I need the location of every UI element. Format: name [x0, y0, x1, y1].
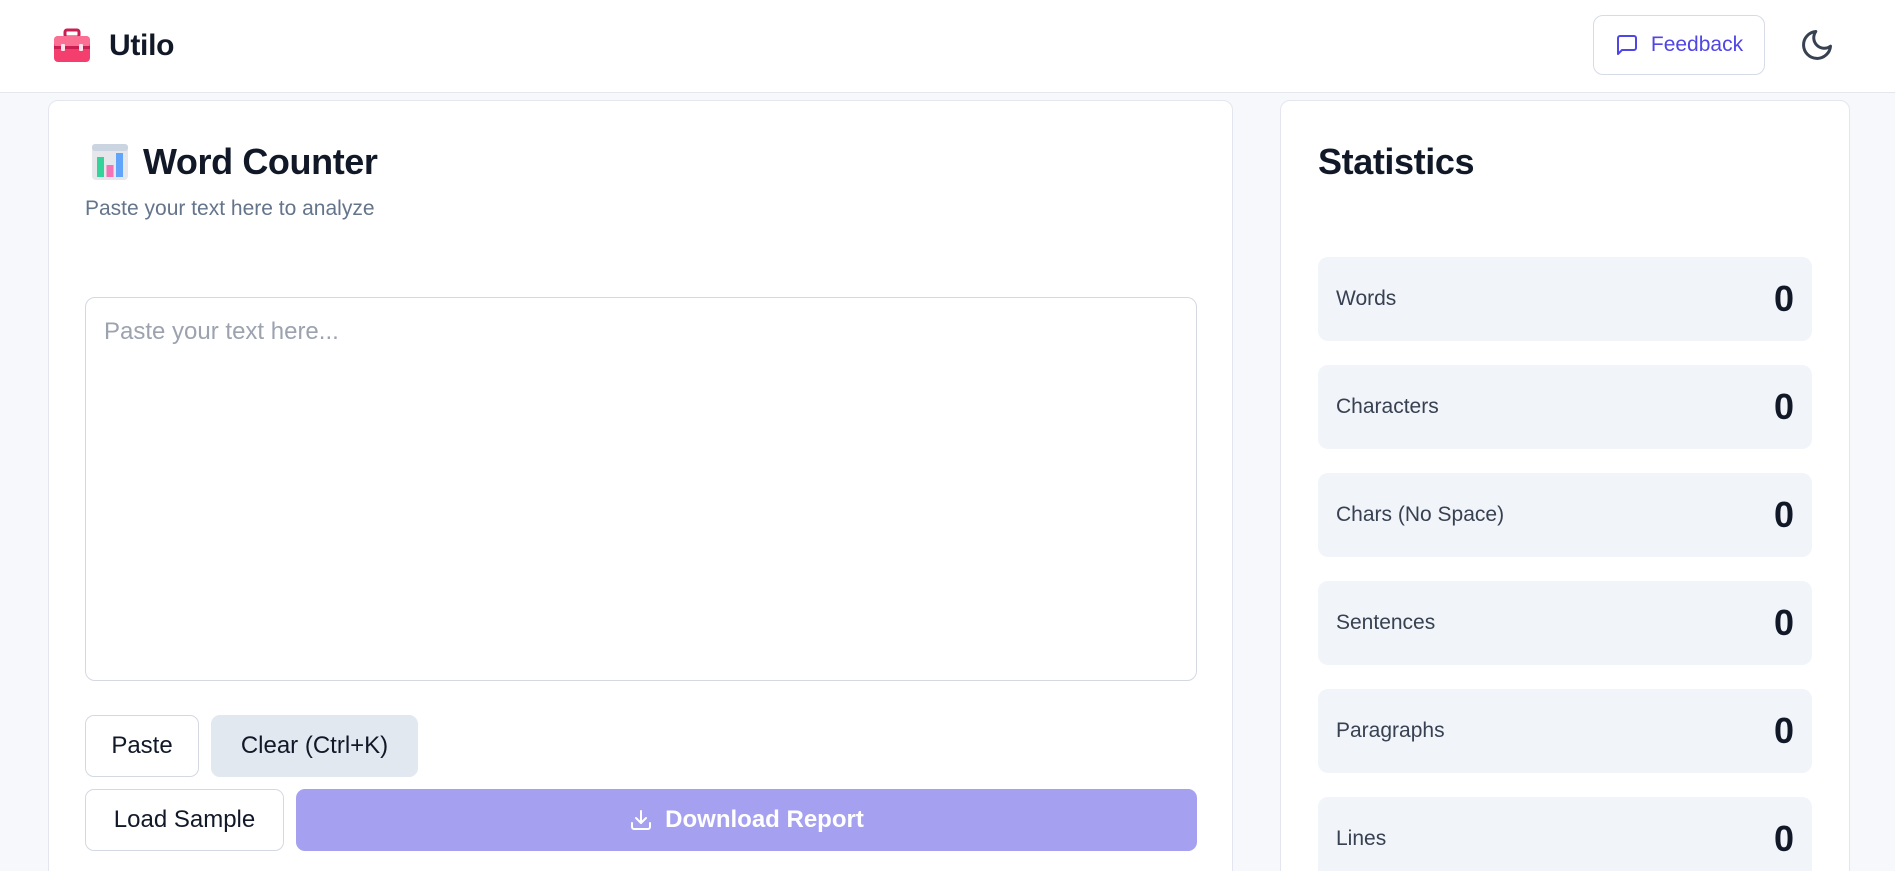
app-name: Utilo: [109, 29, 175, 62]
stat-sentences: Sentences 0: [1318, 581, 1812, 665]
download-report-button[interactable]: Download Report: [296, 789, 1197, 851]
page-subtitle: Paste your text here to analyze: [85, 197, 375, 220]
word-counter-card: Word Counter Paste your text here to ana…: [48, 100, 1233, 871]
top-header: Utilo Feedback: [0, 0, 1895, 93]
bar-chart-icon: [92, 144, 128, 180]
download-report-label: Download Report: [665, 806, 864, 833]
message-square-icon: [1616, 35, 1637, 55]
title-row: Word Counter: [91, 141, 378, 183]
stat-value: 0: [1773, 386, 1794, 427]
feedback-button[interactable]: Feedback: [1593, 15, 1765, 75]
stat-chars-no-space: Chars (No Space) 0: [1318, 473, 1812, 557]
stat-label: Paragraphs: [1336, 719, 1445, 742]
stat-label: Chars (No Space): [1336, 503, 1505, 526]
brand[interactable]: Utilo: [52, 28, 174, 64]
stat-label: Characters: [1336, 395, 1439, 418]
paste-button[interactable]: Paste: [85, 715, 199, 777]
page-title: Word Counter: [143, 141, 378, 182]
stat-value: 0: [1773, 278, 1794, 319]
stat-words: Words 0: [1318, 257, 1812, 341]
moon-icon[interactable]: [1799, 27, 1835, 63]
feedback-label: Feedback: [1650, 33, 1744, 56]
statistics-title: Statistics: [1318, 141, 1475, 182]
stat-characters: Characters 0: [1318, 365, 1812, 449]
stat-label: Words: [1336, 287, 1397, 310]
download-icon: [631, 810, 652, 830]
clear-button[interactable]: Clear (Ctrl+K): [211, 715, 418, 777]
toolbox-icon: [54, 28, 90, 62]
statistics-card: Statistics Words 0 Characters 0 Chars (N…: [1280, 100, 1850, 871]
stat-label: Lines: [1336, 827, 1387, 850]
stat-lines: Lines 0: [1318, 797, 1812, 871]
load-sample-button[interactable]: Load Sample: [85, 789, 284, 851]
stat-value: 0: [1773, 494, 1794, 535]
stat-label: Sentences: [1336, 611, 1436, 634]
text-input[interactable]: [85, 297, 1197, 681]
stat-value: 0: [1773, 602, 1794, 643]
stat-value: 0: [1773, 818, 1794, 859]
stat-value: 0: [1773, 710, 1794, 751]
stat-paragraphs: Paragraphs 0: [1318, 689, 1812, 773]
